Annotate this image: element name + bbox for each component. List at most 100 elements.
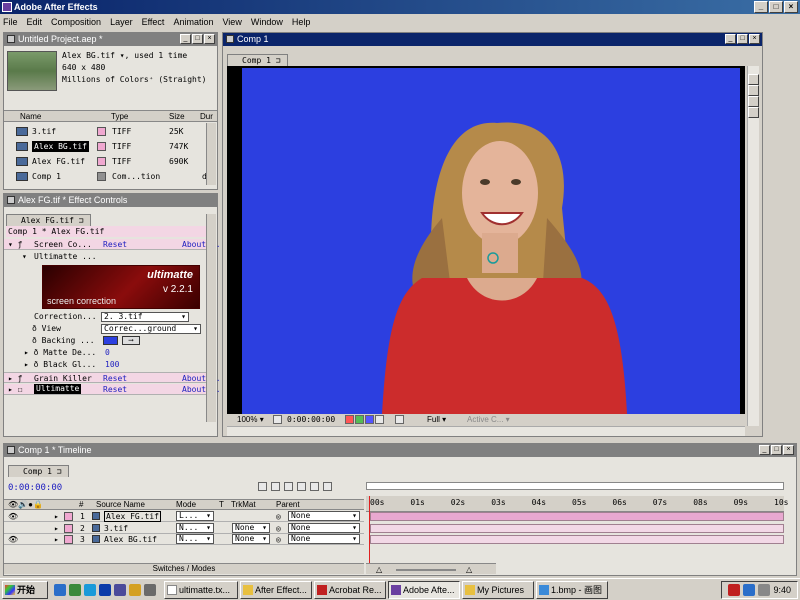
layer-label-swatch[interactable] xyxy=(64,512,73,521)
zoom-dropdown[interactable]: 100% ▾ xyxy=(237,414,264,426)
layer-name[interactable]: Alex FG.tif xyxy=(104,511,161,522)
comp-vscrollbar[interactable] xyxy=(747,66,759,426)
current-time-indicator[interactable] xyxy=(369,496,370,568)
menu-view[interactable]: View xyxy=(222,17,241,27)
project-close-button[interactable]: × xyxy=(204,34,215,44)
app-icon-7[interactable] xyxy=(144,583,156,596)
timeline-tool-icon-2[interactable] xyxy=(271,482,280,491)
timeline-layer-row[interactable]: 👁 ▸ 3 Alex BG.tif N... ▾ None ▾ ◎ None ▾ xyxy=(4,534,364,545)
parent-pickwhip-icon[interactable]: ◎ xyxy=(276,534,281,545)
switches-modes-toggle[interactable]: Switches / Modes xyxy=(4,563,364,574)
minimize-button[interactable]: _ xyxy=(754,1,768,13)
timeline-layer-row[interactable]: ▸ 2 3.tif N... ▾ None ▾ ◎ None ▾ xyxy=(4,522,364,534)
timeline-timecode[interactable]: 0:00:00:00 xyxy=(8,483,62,493)
maximize-button[interactable]: □ xyxy=(769,1,783,13)
layer-name[interactable]: 3.tif xyxy=(104,523,128,534)
comp-tab[interactable]: Comp 1 ⊐ xyxy=(227,54,288,66)
work-area-bar[interactable] xyxy=(366,482,784,490)
menu-animation[interactable]: Animation xyxy=(173,17,213,27)
timeline-minimize-button[interactable]: _ xyxy=(759,445,770,455)
layer-parent-select[interactable]: None ▾ xyxy=(288,534,360,544)
col-source-name[interactable]: Source Name xyxy=(96,500,145,510)
timeline-close-button[interactable]: × xyxy=(783,445,794,455)
outlook-icon[interactable] xyxy=(84,583,96,596)
label-swatch[interactable] xyxy=(97,142,106,151)
time-ruler[interactable]: 00s 01s 02s 03s 04s 05s 06s 07s 08s 09s 10s xyxy=(366,496,788,512)
app-icon-6[interactable] xyxy=(129,583,141,596)
comp-timecode[interactable]: 0:00:00:00 xyxy=(287,414,335,426)
layer-duration-bar[interactable] xyxy=(370,523,784,533)
timeline-tool-icon-3[interactable] xyxy=(284,482,293,491)
ultimatte-group[interactable]: ▾ Ultimatte ... xyxy=(4,251,209,262)
col-type[interactable]: Type xyxy=(111,111,128,122)
effect-ultimatte[interactable]: ▸ ☐ Ultimatte Reset About... xyxy=(4,384,221,395)
visibility-icon[interactable]: 👁 xyxy=(8,534,18,545)
timeline-maximize-button[interactable]: □ xyxy=(771,445,782,455)
timeline-layer-row[interactable]: 👁 ▸ 1 Alex FG.tif L... ▾ ◎ None ▾ xyxy=(4,511,364,522)
desktop-icon[interactable] xyxy=(69,583,81,596)
task-ultimatte[interactable]: ultimatte.tx... xyxy=(164,580,238,599)
task-acrobat[interactable]: Acrobat Re... xyxy=(314,580,386,599)
parent-pickwhip-icon[interactable]: ◎ xyxy=(276,523,281,534)
menu-effect[interactable]: Effect xyxy=(142,17,165,27)
col-t[interactable]: T xyxy=(219,500,224,510)
layer-duration-bar[interactable] xyxy=(370,512,784,521)
expand-icon[interactable]: ▸ xyxy=(54,511,59,522)
timeline-zoom-slider[interactable]: △ △ xyxy=(366,563,496,574)
layer-trkmat-select[interactable]: None ▾ xyxy=(232,522,270,533)
layer-duration-bar[interactable] xyxy=(370,535,784,544)
effect-grain-killer[interactable]: ▸ ƒ Grain Killer Reset About... xyxy=(4,372,221,384)
task-paint[interactable]: 1.bmp - 画图 xyxy=(536,580,608,599)
label-swatch[interactable] xyxy=(97,127,106,136)
screen-correction-reset[interactable]: Reset xyxy=(103,239,127,250)
effects-scrollbar[interactable] xyxy=(206,214,216,422)
task-after-effects-folder[interactable]: After Effect... xyxy=(240,580,312,599)
backing-color-swatch[interactable] xyxy=(103,336,118,345)
project-item[interactable]: Comp 1 Com...tion d xyxy=(4,169,207,184)
menu-composition[interactable]: Composition xyxy=(51,17,101,27)
project-item[interactable]: Alex FG.tif TIFF 690K xyxy=(4,154,206,169)
volume-icon[interactable] xyxy=(758,584,771,596)
timeline-tab[interactable]: Comp 1 ⊐ xyxy=(8,465,69,477)
col-layer-num[interactable]: # xyxy=(79,500,83,510)
project-item[interactable]: 3.tif TIFF 25K xyxy=(4,124,206,139)
snapshot-icon[interactable] xyxy=(395,415,404,424)
timeline-tool-icon-1[interactable] xyxy=(258,482,267,491)
menu-window[interactable]: Window xyxy=(251,17,283,27)
media-icon[interactable] xyxy=(99,583,111,596)
layer-parent-select[interactable]: None ▾ xyxy=(288,511,360,521)
grain-killer-reset[interactable]: Reset xyxy=(103,373,127,384)
eyedropper-icon[interactable]: ⟶ xyxy=(122,336,140,345)
label-swatch[interactable] xyxy=(97,157,106,166)
comp-minimize-button[interactable]: _ xyxy=(725,34,736,44)
col-dur[interactable]: Dur xyxy=(200,111,213,122)
comp-maximize-button[interactable]: □ xyxy=(737,34,748,44)
comp-hscrollbar[interactable] xyxy=(227,426,745,436)
layer-label-swatch[interactable] xyxy=(64,523,73,533)
expand-icon[interactable]: ▸ xyxy=(54,523,59,534)
layer-name[interactable]: Alex BG.tif xyxy=(104,534,157,545)
layer-mode-select[interactable]: L... ▾ xyxy=(176,511,214,521)
col-mode[interactable]: Mode xyxy=(176,500,196,510)
layer-parent-select[interactable]: None ▾ xyxy=(288,522,360,533)
col-parent[interactable]: Parent xyxy=(276,500,300,510)
comp-close-button[interactable]: × xyxy=(749,34,760,44)
close-button[interactable]: × xyxy=(784,1,798,13)
project-maximize-button[interactable]: □ xyxy=(192,34,203,44)
menu-layer[interactable]: Layer xyxy=(110,17,133,27)
ultimatte-reset[interactable]: Reset xyxy=(103,384,127,395)
col-name[interactable]: Name xyxy=(20,111,41,122)
layer-trkmat-select[interactable]: None ▾ xyxy=(232,534,270,544)
visibility-icon[interactable]: 👁 xyxy=(8,511,18,522)
start-button[interactable]: 开始 xyxy=(2,580,48,599)
effect-tab[interactable]: Alex FG.tif ⊐ xyxy=(6,214,91,226)
project-item[interactable]: Alex BG.tif TIFF 747K xyxy=(4,139,206,154)
layer-label-swatch[interactable] xyxy=(64,535,73,544)
project-scrollbar[interactable] xyxy=(206,123,216,185)
motion-blur-icon[interactable] xyxy=(323,482,332,491)
menu-edit[interactable]: Edit xyxy=(27,17,43,27)
channel-icons[interactable] xyxy=(345,415,389,424)
timeline-tool-icon-5[interactable] xyxy=(310,482,319,491)
effect-screen-correction[interactable]: ▾ ƒ Screen Co... Reset About... xyxy=(4,239,221,250)
col-size[interactable]: Size xyxy=(169,111,185,122)
